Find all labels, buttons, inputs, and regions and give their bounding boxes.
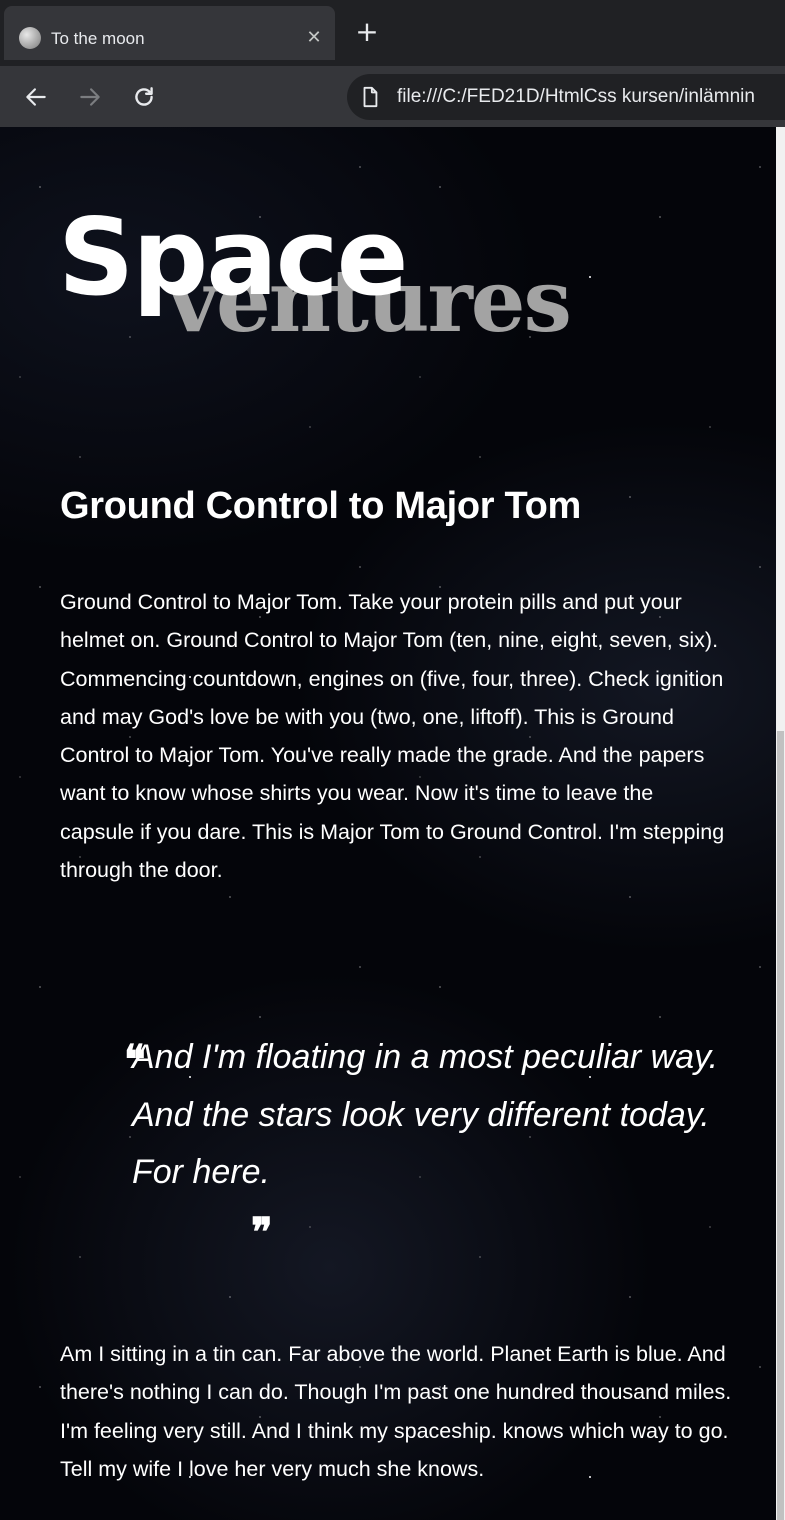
quote-line-2: For here. [132,1153,270,1191]
reload-icon [135,87,153,106]
close-quote-icon: ❞ [251,1209,273,1256]
address-bar[interactable]: file:///C:/FED21D/HtmlCss kursen/inlämni… [347,74,785,120]
scrollbar[interactable] [776,127,785,1520]
page-viewport: ventures Space Ground Control to Major T… [0,127,776,1520]
browser-toolbar: file:///C:/FED21D/HtmlCss kursen/inlämni… [0,66,785,127]
lyric-quote: And I'm floating in a most peculiar way.… [132,1029,732,1202]
url-text: file:///C:/FED21D/HtmlCss kursen/inlämni… [397,86,755,107]
tab-title: To the moon [51,29,145,48]
moon-favicon-icon [19,27,41,49]
second-paragraph: Am I sitting in a tin can. Far above the… [60,1342,732,1481]
file-icon [363,86,378,108]
back-arrow-icon [26,88,46,106]
active-tab[interactable]: To the moon ✕ [4,6,335,60]
scrollbar-thumb[interactable] [777,731,784,1520]
page-heading: Ground Control to Major Tom [60,485,582,527]
back-button[interactable] [19,80,53,114]
new-tab-button[interactable]: + [353,18,381,47]
forward-button[interactable] [73,80,107,114]
tab-bar: To the moon ✕ + [0,0,785,66]
logo-space: Space [58,196,408,319]
quote-line-1: And I'm floating in a most peculiar way.… [132,1038,719,1134]
close-tab-icon[interactable]: ✕ [301,25,327,51]
forward-arrow-icon [80,88,100,106]
intro-paragraph: Ground Control to Major Tom. Take your p… [60,590,725,883]
reload-button[interactable] [127,80,161,114]
